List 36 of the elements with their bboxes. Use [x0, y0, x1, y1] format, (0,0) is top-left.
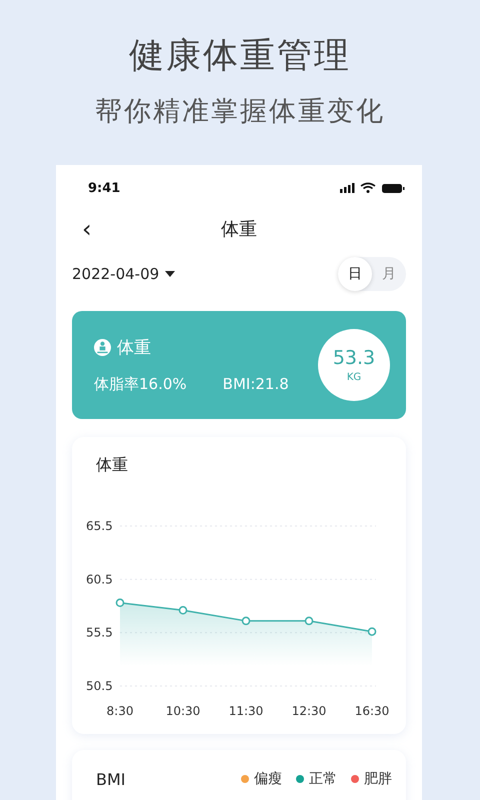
y-tick-label: 55.5 — [86, 626, 113, 640]
y-tick-label: 50.5 — [86, 679, 113, 693]
signal-icon — [340, 182, 354, 192]
legend-label: 正常 — [309, 770, 337, 788]
data-point — [304, 616, 314, 626]
body-fat-text: 体脂率16.0% — [94, 375, 187, 394]
back-button[interactable]: ‹ — [78, 217, 96, 241]
bmi-title: BMI — [96, 770, 126, 789]
subheadline: 帮你精准掌握体重变化 — [94, 95, 386, 129]
x-tick-label: 12:30 — [292, 704, 326, 718]
data-point — [116, 598, 124, 608]
x-tick-label: 16:30 — [354, 704, 390, 718]
period-tab[interactable]: 日 — [338, 257, 372, 291]
x-tick-label: 8:30 — [106, 704, 134, 718]
y-tick-label: 60.5 — [86, 572, 113, 586]
y-tick-label: 65.5 — [86, 519, 113, 533]
headline: 健康体重管理 — [128, 35, 352, 78]
x-tick-label: 10:30 — [166, 704, 200, 718]
person-icon — [94, 339, 111, 356]
date-picker[interactable]: 2022-04-09 — [72, 265, 176, 283]
legend-label: 肥胖 — [364, 770, 392, 788]
wifi-icon — [360, 182, 376, 192]
data-point — [242, 616, 250, 626]
x-tick-label: 11:30 — [228, 704, 264, 718]
chart-title: 体重 — [96, 455, 128, 476]
bmi-text: BMI:21.8 — [222, 375, 289, 394]
status-time: 9:41 — [88, 180, 120, 196]
caret-icon — [165, 271, 176, 277]
battery-icon — [382, 184, 404, 192]
data-point — [368, 627, 376, 636]
legend-label: 偏瘦 — [254, 770, 282, 788]
weight-unit: KG — [346, 372, 362, 383]
weight-value: 53.3 — [332, 347, 376, 369]
data-point — [178, 606, 188, 615]
summary-title: 体重 — [117, 337, 151, 359]
page-title: 体重 — [221, 218, 257, 241]
